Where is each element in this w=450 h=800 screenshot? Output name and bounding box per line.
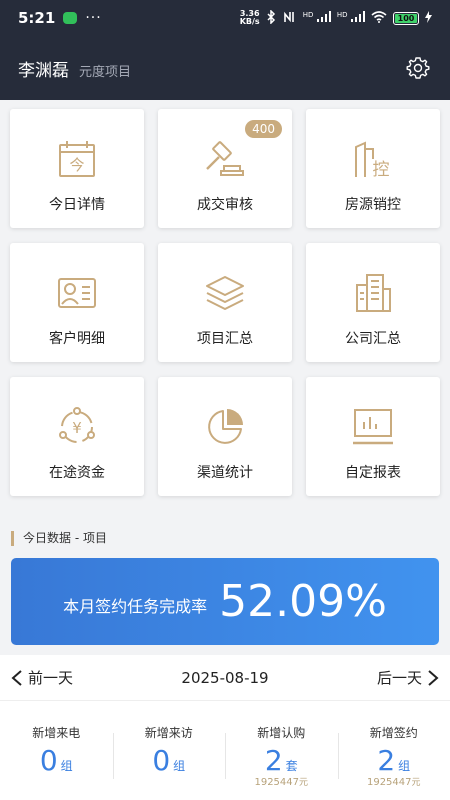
menu-label: 公司汇总 — [345, 331, 401, 347]
status-time: 5:21 — [18, 9, 56, 27]
svg-text:控: 控 — [373, 160, 390, 180]
daily-stats: 新增来电 0 组 新增来访 0 组 新增认购 2 套 1925447元 新增签约… — [0, 701, 450, 800]
current-date[interactable]: 2025-08-19 — [181, 669, 268, 687]
menu-label: 客户明细 — [49, 331, 105, 347]
stat-new-visits[interactable]: 新增来访 0 组 — [112, 701, 226, 800]
pie-chart-icon — [208, 409, 243, 444]
stat-unit: 套 — [285, 759, 298, 773]
today-data-section-title: 今日数据 - 项目 — [11, 531, 107, 546]
stat-unit: 组 — [173, 759, 186, 773]
menu-grid: 今 今日详情 400 成交审核 控 房源销控 客户明细 项目汇总 公司汇总 ¥ … — [10, 109, 440, 496]
layers-icon — [206, 276, 244, 310]
menu-label: 房源销控 — [345, 197, 401, 213]
gavel-icon — [206, 141, 244, 176]
status-bar: 5:21 ··· 3.36 KB/s HD HD 100 — [0, 0, 450, 36]
stat-amount: 1925447元 — [366, 777, 421, 788]
menu-today-detail[interactable]: 今 今日详情 — [10, 109, 144, 228]
previous-day-button[interactable]: 前一天 — [10, 667, 73, 688]
menu-custom-report[interactable]: 自定报表 — [306, 377, 440, 496]
menu-label: 自定报表 — [345, 465, 401, 481]
building-control-icon: 控 — [355, 141, 390, 180]
stat-label: 新增来访 — [144, 726, 193, 740]
date-navigator: 前一天 2025-08-19 后一天 — [0, 655, 450, 701]
svg-text:¥: ¥ — [72, 419, 82, 437]
stat-value: 2 — [377, 744, 396, 777]
menu-label: 渠道统计 — [197, 465, 253, 481]
battery-icon: 100 — [393, 11, 419, 25]
settings-gear-icon[interactable] — [406, 56, 430, 80]
menu-label: 在途资金 — [49, 465, 105, 481]
customer-card-icon — [58, 278, 96, 308]
next-day-button[interactable]: 后一天 — [377, 667, 440, 688]
monthly-target-banner: 本月签约任务完成率 52.09% — [11, 558, 439, 645]
stat-value: 0 — [39, 744, 58, 777]
stat-new-calls[interactable]: 新增来电 0 组 — [0, 701, 113, 800]
project-name[interactable]: 元度项目 — [79, 61, 131, 80]
app-header: 5:21 ··· 3.36 KB/s HD HD 100 李渊磊 元度项目 — [0, 0, 450, 100]
stat-value: 0 — [152, 744, 171, 777]
stat-unit: 组 — [398, 759, 411, 773]
report-board-icon — [353, 409, 393, 445]
chevron-left-icon — [11, 669, 22, 686]
menu-project-summary[interactable]: 项目汇总 — [158, 243, 292, 362]
charging-icon — [425, 10, 432, 26]
svg-text:今: 今 — [69, 156, 84, 174]
stat-value: 2 — [264, 744, 283, 777]
bluetooth-icon — [266, 8, 277, 27]
network-speed: 3.36 KB/s — [239, 9, 260, 26]
menu-label: 成交审核 — [197, 197, 253, 213]
menu-channel-stats[interactable]: 渠道统计 — [158, 377, 292, 496]
pending-count-badge: 400 — [245, 120, 282, 138]
menu-label: 今日详情 — [49, 197, 105, 213]
calendar-today-icon: 今 — [59, 141, 95, 177]
stat-label: 新增来电 — [32, 726, 81, 740]
stat-unit: 组 — [60, 759, 73, 773]
signal-2-icon: HD — [337, 11, 365, 25]
stat-amount: 1925447元 — [254, 777, 309, 788]
menu-label: 项目汇总 — [197, 331, 253, 347]
completion-rate-value: 52.09% — [219, 576, 387, 627]
yuan-cycle-icon: ¥ — [59, 407, 95, 443]
stat-new-subscriptions[interactable]: 新增认购 2 套 1925447元 — [225, 701, 338, 800]
user-name: 李渊磊 — [18, 61, 69, 81]
menu-deal-audit[interactable]: 400 成交审核 — [158, 109, 292, 228]
banner-label: 本月签约任务完成率 — [63, 596, 208, 616]
menu-company-summary[interactable]: 公司汇总 — [306, 243, 440, 362]
menu-housing-control[interactable]: 控 房源销控 — [306, 109, 440, 228]
wechat-notification-icon — [63, 12, 78, 24]
stat-label: 新增签约 — [369, 726, 418, 740]
stat-new-contracts[interactable]: 新增签约 2 组 1925447元 — [337, 701, 450, 800]
menu-funds-in-transit[interactable]: ¥ 在途资金 — [10, 377, 144, 496]
signal-1-icon: HD — [303, 11, 331, 25]
chevron-right-icon — [428, 669, 439, 686]
nfc-icon — [283, 11, 297, 26]
user-info: 李渊磊 元度项目 — [18, 56, 131, 81]
office-building-icon — [356, 274, 391, 312]
wifi-icon — [371, 10, 387, 26]
stat-label: 新增认购 — [257, 726, 306, 740]
more-notifications-icon: ··· — [85, 10, 102, 26]
menu-customer-detail[interactable]: 客户明细 — [10, 243, 144, 362]
